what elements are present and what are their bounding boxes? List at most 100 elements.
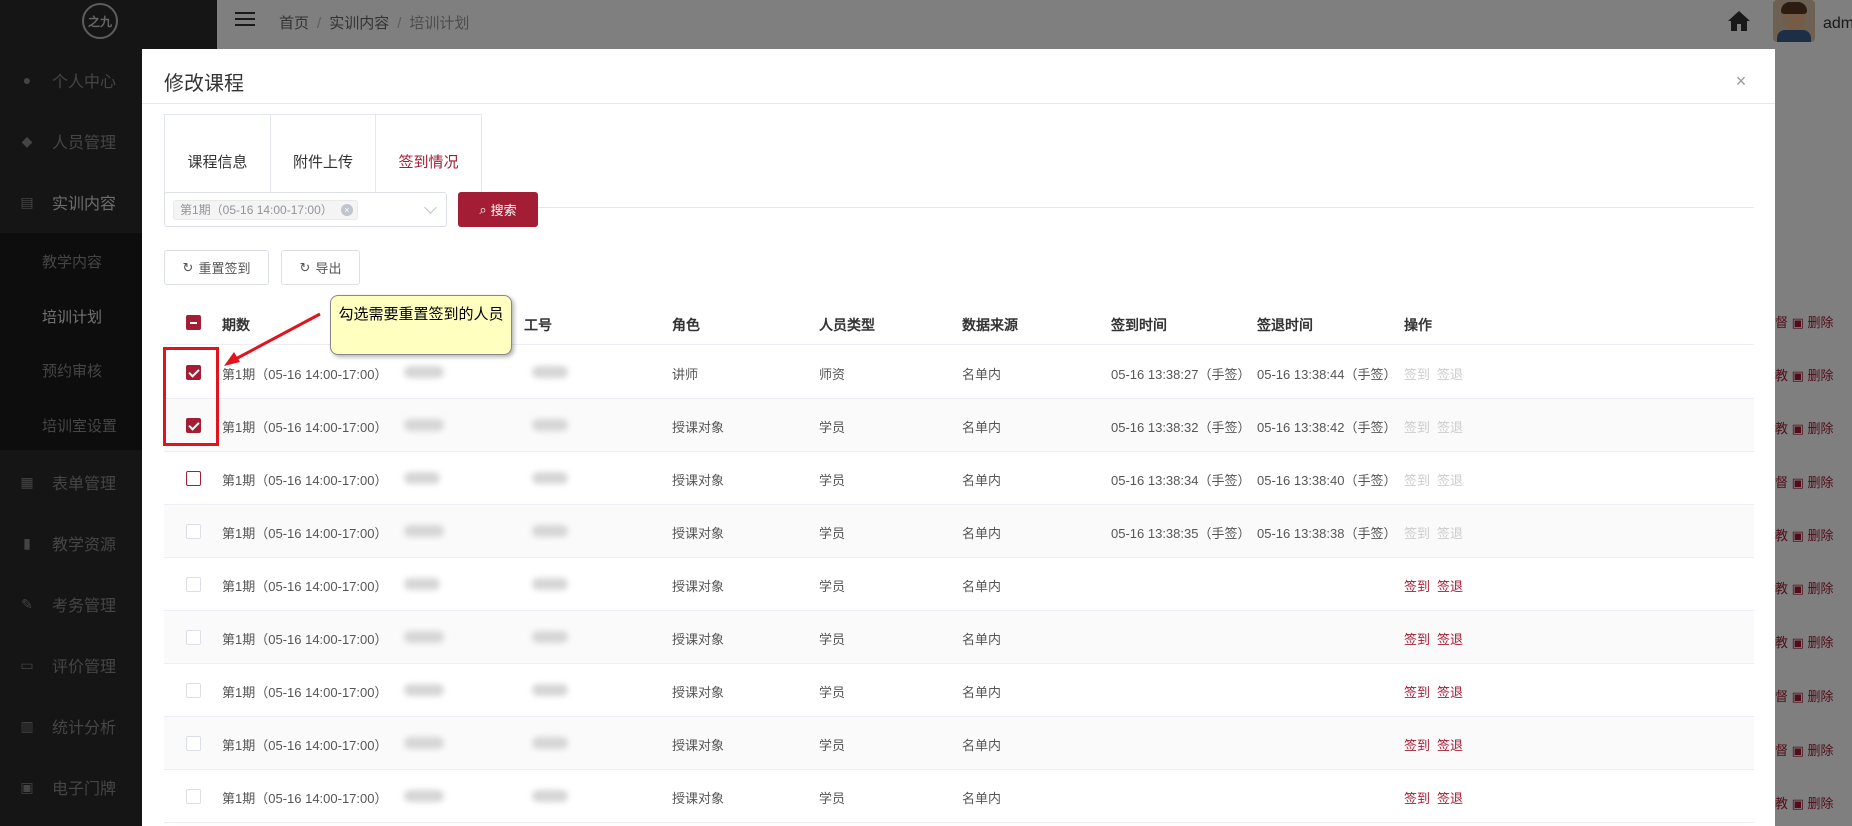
signin-action[interactable]: 签到: [1404, 788, 1430, 807]
edit-course-modal: 修改课程 × 课程信息 附件上传 签到情况 第1期（05-16 14:00-17…: [142, 49, 1775, 826]
signin-action[interactable]: 签到: [1404, 576, 1430, 595]
export-button[interactable]: ↻ 导出: [281, 250, 360, 285]
period-cell: 第1期（05-16 14:00-17:00）: [222, 579, 388, 594]
type-cell: 学员: [819, 791, 846, 806]
row-checkbox[interactable]: [186, 577, 201, 592]
signin-action[interactable]: 签到: [1404, 735, 1430, 754]
row-checkbox[interactable]: [186, 789, 201, 804]
source-cell: 名单内: [962, 738, 1002, 753]
signout-action[interactable]: 签退: [1437, 682, 1463, 701]
role-cell: 授课对象: [672, 526, 725, 541]
row-checkbox[interactable]: [186, 683, 201, 698]
column-header: 数据来源: [962, 317, 1018, 333]
signout-time-cell: 05-16 13:38:40（手签）: [1257, 473, 1397, 488]
type-cell: 学员: [819, 579, 846, 594]
signin-action[interactable]: 签到: [1404, 470, 1430, 489]
table-row: 第1期（05-16 14:00-17:00） 授课对象 学员 名单内 签到 签退: [164, 558, 1754, 611]
signin-time-cell: 05-16 13:38:35（手签）: [1111, 526, 1251, 541]
source-cell: 名单内: [962, 632, 1002, 647]
row-checkbox[interactable]: [186, 736, 201, 751]
row-checkbox[interactable]: [186, 630, 201, 645]
period-cell: 第1期（05-16 14:00-17:00）: [222, 738, 388, 753]
table-row: 第1期（05-16 14:00-17:00） 授课对象 学员 名单内 签到 签退: [164, 664, 1754, 717]
column-header: 操作: [1404, 317, 1432, 333]
signin-time-cell: 05-16 13:38:27（手签）: [1111, 367, 1251, 382]
role-cell: 授课对象: [672, 420, 725, 435]
type-cell: 学员: [819, 685, 846, 700]
signin-action[interactable]: 签到: [1404, 629, 1430, 648]
signin-action[interactable]: 签到: [1404, 364, 1430, 383]
table-row: 第1期（05-16 14:00-17:00） 授课对象 学员 名单内 签到 签退: [164, 770, 1754, 823]
modal-title: 修改课程: [164, 73, 244, 95]
chevron-down-icon: [424, 201, 437, 214]
period-cell: 第1期（05-16 14:00-17:00）: [222, 632, 388, 647]
type-cell: 学员: [819, 473, 846, 488]
table-row: 第1期（05-16 14:00-17:00） 授课对象 学员 名单内 05-16 13:…: [164, 399, 1754, 452]
table-row: 第1期（05-16 14:00-17:00） 授课对象 学员 名单内 05-16 13:…: [164, 505, 1754, 558]
role-cell: 授课对象: [672, 473, 725, 488]
id-cell-redacted: [532, 737, 568, 749]
select-all-checkbox[interactable]: [186, 315, 201, 330]
signout-action[interactable]: 签退: [1437, 470, 1463, 489]
id-cell-redacted: [532, 790, 568, 802]
signout-action[interactable]: 签退: [1437, 629, 1463, 648]
period-cell: 第1期（05-16 14:00-17:00）: [222, 526, 388, 541]
signout-action[interactable]: 签退: [1437, 576, 1463, 595]
source-cell: 名单内: [962, 367, 1002, 382]
type-cell: 学员: [819, 526, 846, 541]
name-cell-redacted: [404, 525, 444, 537]
id-cell-redacted: [532, 631, 568, 643]
name-cell-redacted: [404, 631, 444, 643]
period-select[interactable]: 第1期（05-16 14:00-17:00） ×: [164, 192, 447, 227]
name-cell-redacted: [404, 578, 440, 590]
type-cell: 学员: [819, 420, 846, 435]
signout-action[interactable]: 签退: [1437, 735, 1463, 754]
signout-time-cell: 05-16 13:38:38（手签）: [1257, 526, 1397, 541]
signout-action[interactable]: 签退: [1437, 417, 1463, 436]
signin-action[interactable]: 签到: [1404, 523, 1430, 542]
column-header: 人员类型: [819, 317, 875, 333]
period-cell: 第1期（05-16 14:00-17:00）: [222, 791, 388, 806]
name-cell-redacted: [404, 737, 444, 749]
reset-signin-button[interactable]: ↻ 重置签到: [164, 250, 269, 285]
id-cell-redacted: [532, 525, 568, 537]
tag-close-icon[interactable]: ×: [340, 204, 353, 216]
column-header: 工号: [524, 317, 552, 333]
annotation-highlight: [163, 347, 219, 446]
signout-action[interactable]: 签退: [1437, 788, 1463, 807]
source-cell: 名单内: [962, 791, 1002, 806]
period-cell: 第1期（05-16 14:00-17:00）: [222, 420, 388, 435]
type-cell: 学员: [819, 738, 846, 753]
table-row: 第1期（05-16 14:00-17:00） 授课对象 学员 名单内 签到 签退: [164, 611, 1754, 664]
name-cell-redacted: [404, 790, 444, 802]
role-cell: 讲师: [672, 367, 699, 382]
signin-action[interactable]: 签到: [1404, 417, 1430, 436]
source-cell: 名单内: [962, 526, 1002, 541]
table-row: 第1期（05-16 14:00-17:00） 授课对象 学员 名单内 签到 签退: [164, 717, 1754, 770]
row-checkbox[interactable]: [186, 524, 201, 539]
name-cell-redacted: [404, 419, 444, 431]
row-checkbox[interactable]: [186, 471, 201, 486]
signin-action[interactable]: 签到: [1404, 682, 1430, 701]
close-icon[interactable]: ×: [1733, 72, 1749, 90]
role-cell: 授课对象: [672, 791, 725, 806]
column-header: 角色: [672, 317, 700, 333]
search-button[interactable]: ⌕ 搜索: [458, 192, 538, 227]
column-header: 签退时间: [1257, 317, 1313, 333]
id-cell-redacted: [532, 578, 568, 590]
type-cell: 学员: [819, 632, 846, 647]
signout-action[interactable]: 签退: [1437, 364, 1463, 383]
period-cell: 第1期（05-16 14:00-17:00）: [222, 685, 388, 700]
id-cell-redacted: [532, 366, 568, 378]
signout-time-cell: 05-16 13:38:42（手签）: [1257, 420, 1397, 435]
refresh-icon: ↻: [182, 259, 194, 275]
source-cell: 名单内: [962, 685, 1002, 700]
signout-action[interactable]: 签退: [1437, 523, 1463, 542]
signout-time-cell: 05-16 13:38:44（手签）: [1257, 367, 1397, 382]
id-cell-redacted: [532, 684, 568, 696]
role-cell: 授课对象: [672, 579, 725, 594]
annotation-arrow: [224, 312, 321, 366]
name-cell-redacted: [404, 366, 444, 378]
role-cell: 授课对象: [672, 632, 725, 647]
id-cell-redacted: [532, 472, 568, 484]
